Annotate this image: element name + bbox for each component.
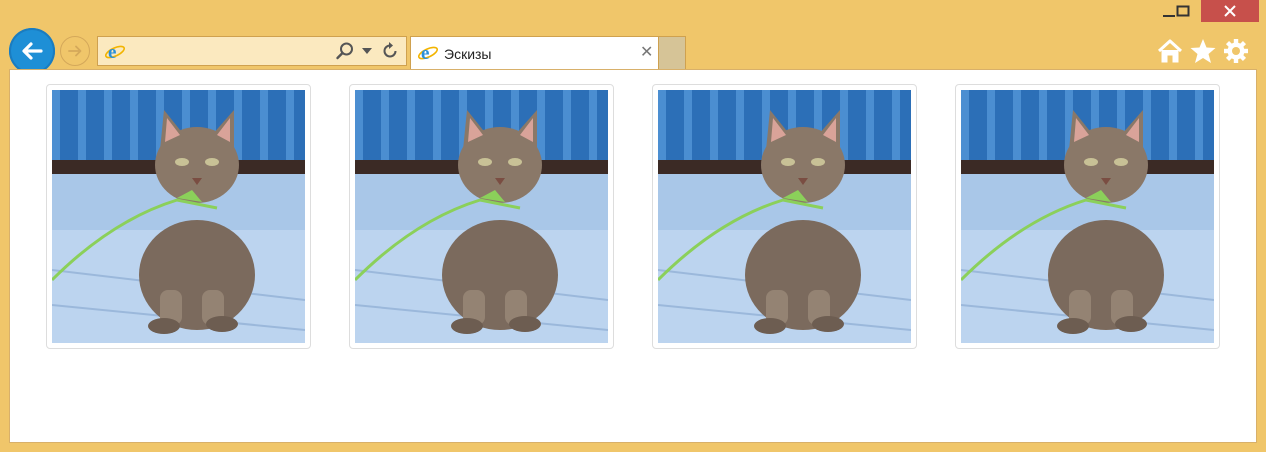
refresh-icon[interactable] [380, 41, 400, 61]
back-button[interactable] [9, 28, 55, 74]
ie-logo-icon: e [417, 43, 439, 64]
arrow-left-icon [22, 42, 43, 60]
gear-icon[interactable] [1222, 38, 1250, 64]
search-icon[interactable] [335, 41, 355, 61]
address-input[interactable] [130, 41, 334, 63]
forward-button[interactable] [60, 36, 90, 66]
page-viewport [9, 69, 1257, 443]
thumbnail[interactable] [955, 84, 1220, 349]
close-icon [1224, 5, 1236, 17]
home-icon[interactable] [1156, 38, 1184, 64]
kitten-photo [961, 90, 1214, 343]
kitten-photo [52, 90, 305, 343]
tab-close-icon[interactable]: ✕ [640, 45, 653, 61]
maximize-button[interactable] [1166, 0, 1200, 22]
kitten-photo [355, 90, 608, 343]
new-tab-button[interactable] [659, 36, 686, 70]
maximize-icon [1176, 5, 1190, 17]
thumbnail[interactable] [349, 84, 614, 349]
browser-window: e e Эскизы ✕ [0, 0, 1266, 452]
svg-text:e: e [421, 43, 429, 64]
svg-text:e: e [108, 42, 116, 63]
close-window-button[interactable] [1201, 0, 1259, 22]
chevron-down-icon[interactable] [362, 48, 372, 54]
address-bar[interactable]: e [97, 36, 407, 66]
thumbnail[interactable] [46, 84, 311, 349]
thumbnail[interactable] [652, 84, 917, 349]
tab-active[interactable]: e Эскизы ✕ [410, 36, 659, 70]
kitten-photo [658, 90, 911, 343]
star-icon[interactable] [1189, 38, 1217, 64]
arrow-right-icon [68, 45, 82, 57]
tab-title: Эскизы [444, 46, 492, 62]
ie-logo-icon: e [104, 42, 126, 63]
